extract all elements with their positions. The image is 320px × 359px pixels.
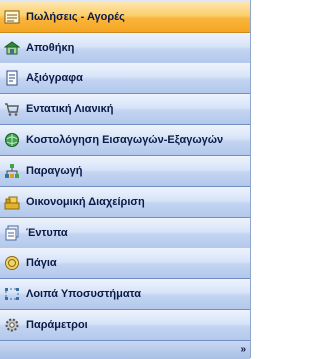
nav-item-label: Αποθήκη bbox=[26, 42, 75, 54]
nav-item-parameters[interactable]: Παράμετροι bbox=[0, 310, 250, 341]
warehouse-icon bbox=[3, 40, 21, 56]
nav-item-label: Έντυπα bbox=[26, 227, 68, 239]
nav-item-securities[interactable]: Αξιόγραφα bbox=[0, 63, 250, 94]
nav-item-label: Αξιόγραφα bbox=[26, 72, 83, 84]
nav-item-label: Πάγια bbox=[26, 257, 57, 269]
nav-item-label: Παράμετροι bbox=[26, 319, 88, 331]
nav-item-fixed-assets[interactable]: Πάγια bbox=[0, 248, 250, 279]
nav-item-warehouse[interactable]: Αποθήκη bbox=[0, 33, 250, 64]
import-export-costing-icon bbox=[4, 132, 20, 148]
parameters-gear-icon bbox=[4, 317, 20, 333]
nav-item-label: Παραγωγή bbox=[26, 165, 83, 177]
nav-item-retail[interactable]: Εντατική Λιανική bbox=[0, 94, 250, 125]
financial-management-icon bbox=[4, 194, 20, 210]
expand-chevron-icon[interactable]: » bbox=[240, 343, 246, 357]
nav-item-forms[interactable]: Έντυπα bbox=[0, 218, 250, 249]
nav-item-financial-management[interactable]: Οικονομική Διαχείριση bbox=[0, 187, 250, 218]
sales-purchases-icon bbox=[4, 9, 20, 25]
nav-footer-bar: » bbox=[0, 340, 250, 359]
retail-cart-icon bbox=[4, 101, 20, 117]
production-icon bbox=[4, 163, 20, 179]
nav-item-other-subsystems[interactable]: Λοιπά Υποσυστήματα bbox=[0, 279, 250, 310]
fixed-assets-icon bbox=[4, 255, 20, 271]
nav-item-production[interactable]: Παραγωγή bbox=[0, 156, 250, 187]
nav-item-label: Λοιπά Υποσυστήματα bbox=[26, 288, 141, 300]
other-subsystems-icon bbox=[4, 286, 20, 302]
navigation-panel: Πωλήσεις - Αγορές Αποθήκη Αξιόγραφα Εντα… bbox=[0, 0, 251, 359]
nav-item-label: Εντατική Λιανική bbox=[26, 103, 114, 115]
nav-item-sales-purchases[interactable]: Πωλήσεις - Αγορές bbox=[0, 2, 250, 33]
nav-item-label: Κοστολόγηση Εισαγωγών-Εξαγωγών bbox=[26, 134, 224, 146]
forms-icon bbox=[4, 225, 20, 241]
nav-item-label: Οικονομική Διαχείριση bbox=[26, 196, 145, 208]
securities-icon bbox=[4, 70, 20, 86]
nav-item-import-export-costing[interactable]: Κοστολόγηση Εισαγωγών-Εξαγωγών bbox=[0, 125, 250, 156]
nav-item-label: Πωλήσεις - Αγορές bbox=[26, 11, 125, 23]
